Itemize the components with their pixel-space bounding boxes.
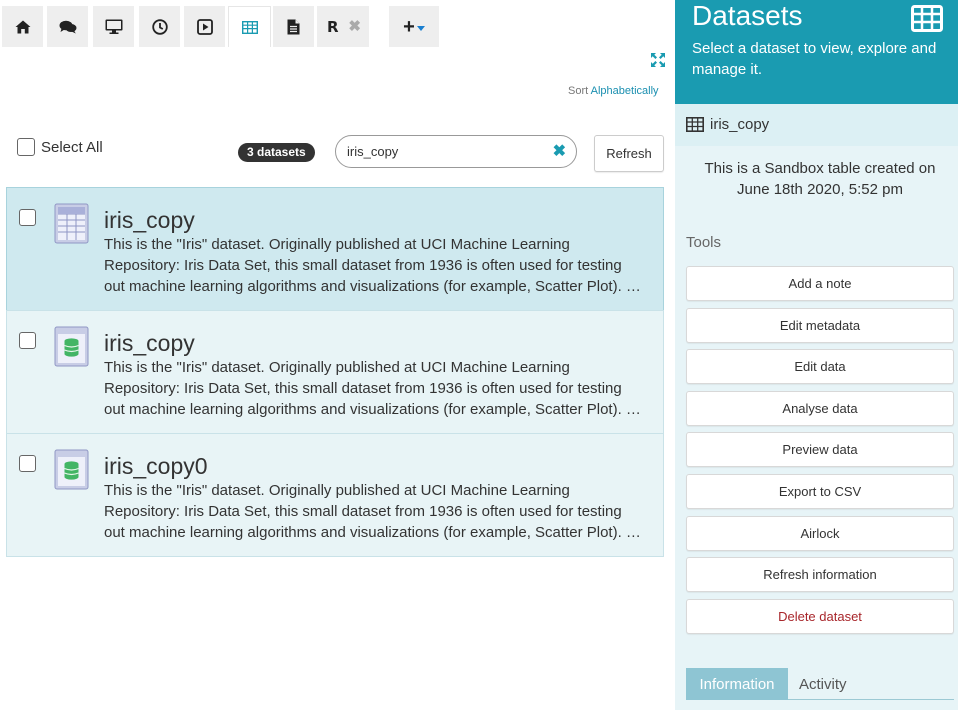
home-icon xyxy=(15,20,30,33)
clear-search-icon[interactable]: ✖ xyxy=(553,141,566,161)
sort-label: Sort xyxy=(568,85,589,97)
search-input[interactable]: iris_copy ✖ xyxy=(335,135,577,168)
dataset-row[interactable]: iris_copy This is the "Iris" dataset. Or… xyxy=(6,310,664,434)
file-text-icon xyxy=(287,19,300,34)
tools-heading: Tools xyxy=(686,234,722,251)
select-all[interactable]: Select All xyxy=(17,138,103,156)
panel-subtitle: Select a dataset to view, explore and ma… xyxy=(692,40,937,78)
dataset-name[interactable]: iris_copy0 xyxy=(104,453,208,480)
panel-title: Datasets xyxy=(692,0,803,31)
selected-dataset-name: iris_copy xyxy=(710,116,770,133)
tab-document[interactable] xyxy=(273,6,314,47)
comments-icon xyxy=(59,20,76,33)
table-icon xyxy=(241,20,258,34)
row-checkbox[interactable] xyxy=(19,455,36,472)
preview-data-button[interactable]: Preview data xyxy=(686,432,954,467)
tab-desktop[interactable] xyxy=(93,6,134,47)
select-all-label: Select All xyxy=(41,138,103,156)
analyse-data-button[interactable]: Analyse data xyxy=(686,391,954,426)
delete-dataset-button[interactable]: Delete dataset xyxy=(686,599,954,634)
dataset-name[interactable]: iris_copy xyxy=(104,207,195,234)
dataset-description: This is the "Iris" dataset. Originally p… xyxy=(104,482,641,541)
caret-down-icon xyxy=(416,25,425,31)
tab-r[interactable]: R ✖ xyxy=(317,6,369,47)
database-icon xyxy=(54,449,89,490)
dataset-description: This is the "Iris" dataset. Originally p… xyxy=(104,359,641,418)
row-checkbox[interactable] xyxy=(19,209,36,226)
tab-information[interactable]: Information xyxy=(686,668,788,700)
clock-icon xyxy=(151,18,168,35)
dataset-description: This is the "Iris" dataset. Originally p… xyxy=(104,236,641,295)
table-icon xyxy=(54,203,89,244)
edit-metadata-button[interactable]: Edit metadata xyxy=(686,308,954,343)
tab-activity[interactable]: Activity xyxy=(799,668,847,700)
airlock-button[interactable]: Airlock xyxy=(686,516,954,551)
panel-header: Datasets Select a dataset to view, explo… xyxy=(675,0,958,104)
selected-dataset: iris_copy xyxy=(686,116,769,133)
desktop-icon xyxy=(105,19,122,34)
close-icon[interactable]: ✖ xyxy=(348,17,361,35)
search-value: iris_copy xyxy=(347,144,399,159)
tab-datasets[interactable] xyxy=(228,6,271,47)
dataset-row[interactable]: iris_copy0 This is the "Iris" dataset. O… xyxy=(6,433,664,557)
tab-media[interactable] xyxy=(184,6,225,47)
tab-history[interactable] xyxy=(139,6,180,47)
expand-icon[interactable] xyxy=(650,52,666,68)
dataset-row[interactable]: iris_copy This is the "Iris" dataset. Or… xyxy=(6,187,664,311)
tab-chat[interactable] xyxy=(47,6,88,47)
panel-body: This is a Sandbox table created on June … xyxy=(675,146,958,710)
tab-bar: R ✖ + xyxy=(0,0,675,47)
plus-icon: + xyxy=(403,15,415,38)
refresh-button[interactable]: Refresh xyxy=(594,135,664,172)
dataset-created-info: This is a Sandbox table created on June … xyxy=(704,160,936,198)
select-all-checkbox[interactable] xyxy=(17,138,35,156)
table-icon xyxy=(911,5,943,32)
table-icon xyxy=(686,117,704,132)
dataset-name[interactable]: iris_copy xyxy=(104,330,195,357)
sort-alphabetically-link[interactable]: Alphabetically xyxy=(591,85,659,97)
dataset-detail-panel: Datasets Select a dataset to view, explo… xyxy=(675,0,958,710)
database-icon xyxy=(54,326,89,367)
add-tab-button[interactable]: + xyxy=(389,6,439,47)
sort-control: Sort Alphabetically xyxy=(568,85,659,97)
row-checkbox[interactable] xyxy=(19,332,36,349)
tab-r-label: R xyxy=(327,17,339,36)
export-csv-button[interactable]: Export to CSV xyxy=(686,474,954,509)
add-note-button[interactable]: Add a note xyxy=(686,266,954,301)
panel-tabs: Information Activity xyxy=(686,668,954,700)
refresh-information-button[interactable]: Refresh information xyxy=(686,557,954,592)
tab-home[interactable] xyxy=(2,6,43,47)
dataset-count-badge: 3 datasets xyxy=(238,143,315,162)
edit-data-button[interactable]: Edit data xyxy=(686,349,954,384)
dataset-list: iris_copy This is the "Iris" dataset. Or… xyxy=(6,187,664,557)
play-square-icon xyxy=(196,18,213,35)
